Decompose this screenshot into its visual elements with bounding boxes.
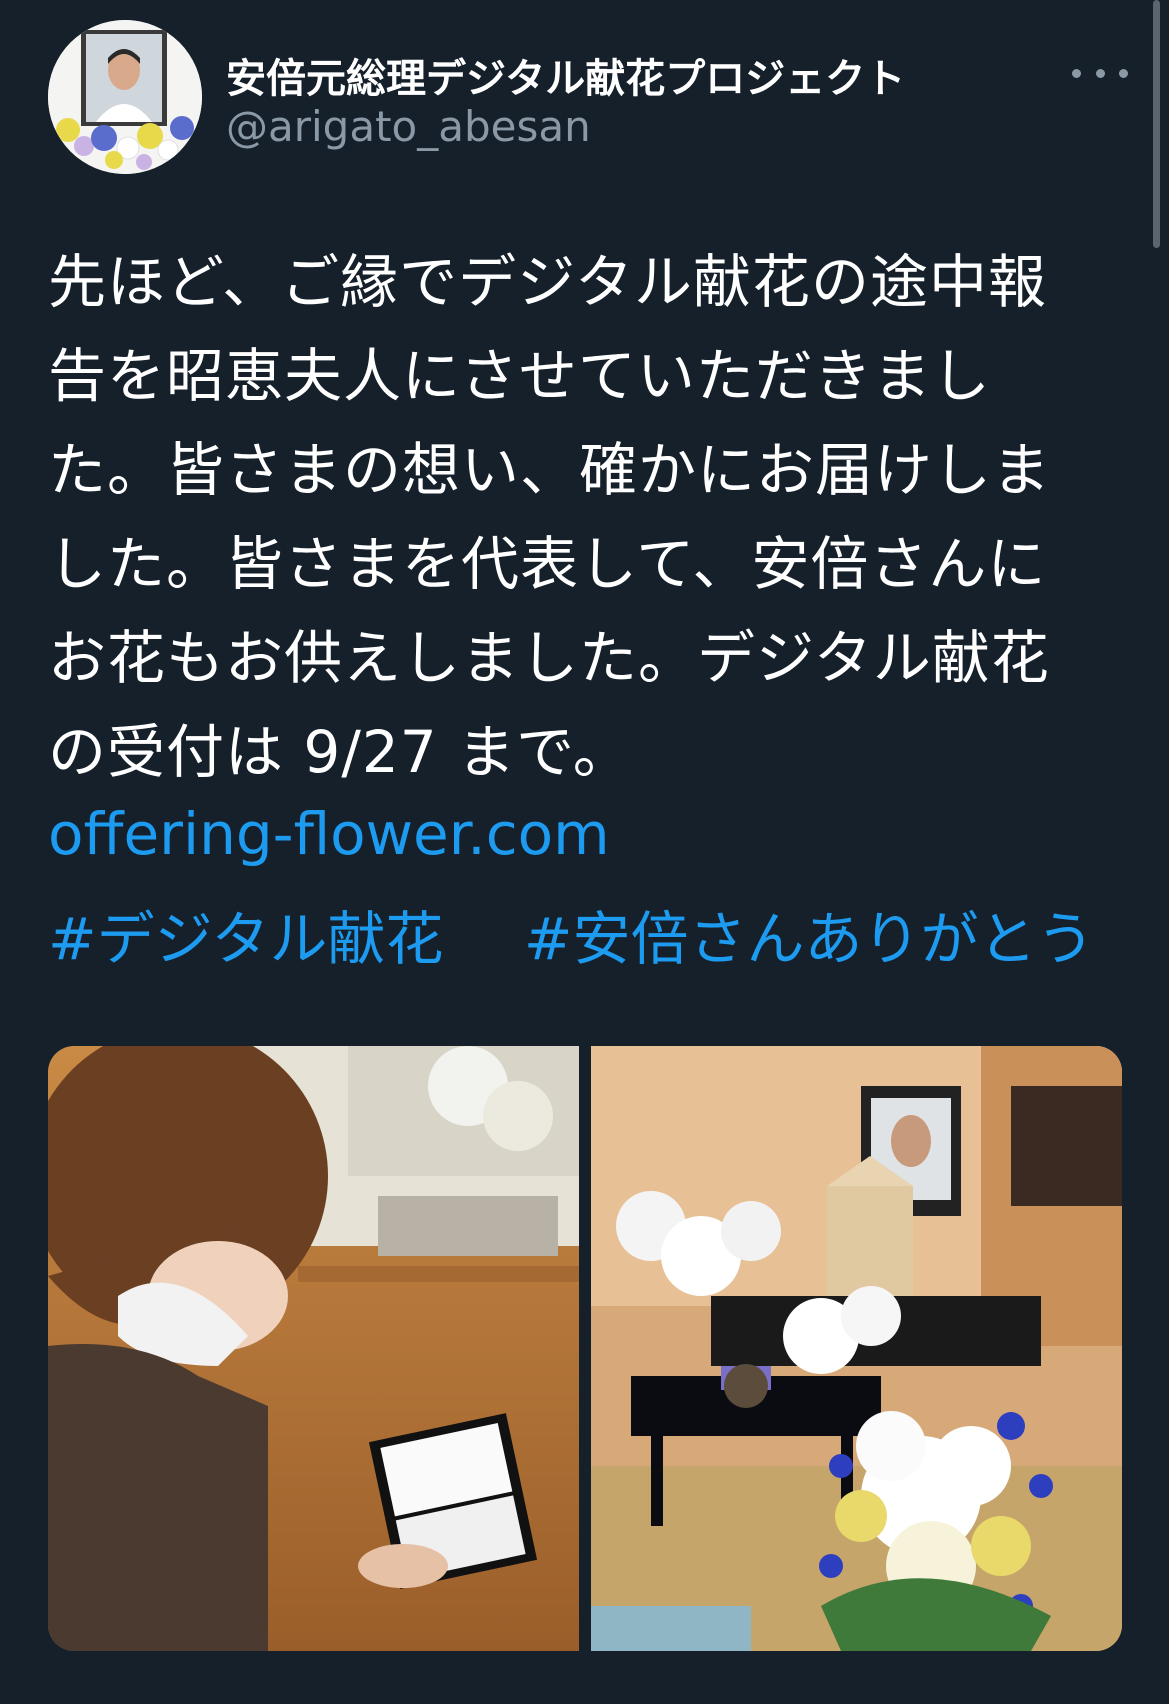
tweet-text-line: お花もお供えしました。デジタル献花 <box>48 624 1050 692</box>
avatar[interactable] <box>48 20 202 174</box>
dot <box>1095 68 1105 78</box>
hashtags: #デジタル献花 #安倍さんありがとう <box>48 892 1095 976</box>
photo-altar-with-flowers-icon <box>591 1046 1122 1651</box>
user-handle[interactable]: @arigato_abesan <box>226 102 591 151</box>
display-name[interactable]: 安倍元総理デジタル献花プロジェクト <box>226 46 905 104</box>
dot <box>1119 68 1128 78</box>
photo-woman-reading[interactable] <box>48 1046 579 1651</box>
tweet-text-line: した。皆さまを代表して、安倍さんに <box>48 530 1047 598</box>
media-grid <box>48 1046 1122 1651</box>
hashtag-digital-kenka[interactable]: #デジタル献花 <box>48 905 443 973</box>
external-link[interactable]: offering-flower.com <box>48 800 610 868</box>
tweet-header: 安倍元総理デジタル献花プロジェクト @arigato_abesan <box>48 20 1128 175</box>
photo-altar[interactable] <box>591 1046 1122 1651</box>
tweet-text-line: 告を昭恵夫人にさせていただきまし <box>48 342 991 410</box>
hashtag-abesan-arigatou[interactable]: #安倍さんありがとう <box>524 905 1095 973</box>
tweet-text-line: の受付は 9/27 まで。 <box>48 718 632 786</box>
tweet-text: 先ほど、ご縁でデジタル献花の途中報 告を昭恵夫人にさせていただきまし た。皆さま… <box>48 235 1128 799</box>
tweet-text-line: た。皆さまの想い、確かにお届けしま <box>48 436 1052 504</box>
dot <box>1072 68 1081 78</box>
tweet-text-line: 先ほど、ご縁でデジタル献花の途中報 <box>48 248 1047 316</box>
avatar-portrait-icon <box>48 20 202 174</box>
more-options-icon[interactable] <box>1072 58 1128 88</box>
photo-woman-reading-book-icon <box>48 1046 579 1651</box>
scrollbar[interactable] <box>1153 0 1160 248</box>
